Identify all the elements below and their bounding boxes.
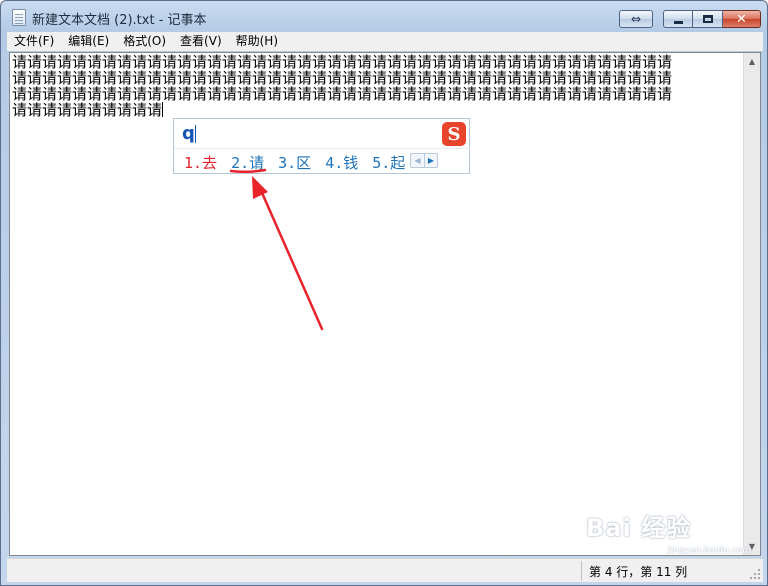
close-button[interactable]: ✕ (723, 10, 761, 28)
text-line: 请请请请请请请请请请请请请请请请请请请请请请请请请请请请请请请请请请请请请请请请… (12, 70, 673, 86)
status-divider (581, 561, 582, 581)
baidu-jingyan-watermark: Bai 经验 (586, 514, 692, 542)
minimize-button[interactable] (663, 10, 693, 28)
menu-edit[interactable]: 编辑(E) (61, 32, 116, 51)
minimize-icon (673, 20, 683, 24)
ime-pager: ◀ ▶ (410, 153, 438, 168)
ime-candidate-4[interactable]: 4.钱 (325, 152, 358, 173)
double-arrow-button[interactable]: ⇔ (619, 10, 653, 28)
menu-bar: 文件(F) 编辑(E) 格式(O) 查看(V) 帮助(H) (7, 32, 763, 51)
ime-input-code: q (182, 123, 195, 144)
resize-grip-icon[interactable] (749, 568, 761, 580)
notepad-icon[interactable] (12, 9, 26, 26)
maximize-button[interactable] (693, 10, 723, 28)
menu-format[interactable]: 格式(O) (116, 32, 173, 51)
ime-prev-page-icon[interactable]: ◀ (411, 154, 424, 167)
ime-next-page-icon[interactable]: ▶ (424, 154, 437, 167)
cursor-position: 第 4 行，第 11 列 (589, 565, 688, 579)
status-bar: 第 4 行，第 11 列 (7, 558, 763, 582)
text-line-content: 请请请请请请请请请请 (12, 102, 163, 118)
ime-candidate-2[interactable]: 2.请 (231, 152, 264, 173)
vertical-scrollbar[interactable]: ▲ ▼ (743, 53, 760, 555)
ime-candidate-window: q S 1.去 2.请 3.区 4.钱 5.起 ◀ ▶ (173, 118, 470, 174)
maximize-icon (702, 15, 713, 23)
menu-file[interactable]: 文件(F) (7, 32, 61, 51)
scroll-up-arrow-icon[interactable]: ▲ (744, 53, 760, 70)
window-title: 新建文本文档 (2).txt - 记事本 (32, 13, 207, 28)
ime-candidate-3[interactable]: 3.区 (278, 152, 311, 173)
ime-caret (195, 125, 196, 143)
menu-view[interactable]: 查看(V) (173, 32, 229, 51)
editor-text[interactable]: 请请请请请请请请请请请请请请请请请请请请请请请请请请请请请请请请请请请请请请请请… (12, 54, 742, 118)
baidu-jingyan-url: jingyan.baidu.com (668, 546, 752, 556)
ime-input-row: q S (174, 119, 469, 149)
menu-help[interactable]: 帮助(H) (229, 32, 285, 51)
ime-candidate-5[interactable]: 5.起 (372, 152, 405, 173)
text-line-last: 请请请请请请请请请请 (12, 102, 742, 118)
ime-candidate-1[interactable]: 1.去 (184, 152, 217, 173)
double-arrow-icon: ⇔ (630, 12, 642, 26)
text-caret (162, 102, 164, 117)
sogou-logo-icon[interactable]: S (442, 122, 466, 146)
text-line: 请请请请请请请请请请请请请请请请请请请请请请请请请请请请请请请请请请请请请请请请… (12, 54, 673, 70)
close-icon: ✕ (736, 11, 747, 27)
title-bar[interactable]: 新建文本文档 (2).txt - 记事本 ⇔ ✕ (1, 1, 767, 33)
ime-candidate-list: 1.去 2.请 3.区 4.钱 5.起 (184, 152, 419, 173)
notepad-window: 新建文本文档 (2).txt - 记事本 ⇔ ✕ 文件(F) 编辑(E) 格式(… (0, 0, 768, 586)
text-line: 请请请请请请请请请请请请请请请请请请请请请请请请请请请请请请请请请请请请请请请请… (12, 86, 673, 102)
